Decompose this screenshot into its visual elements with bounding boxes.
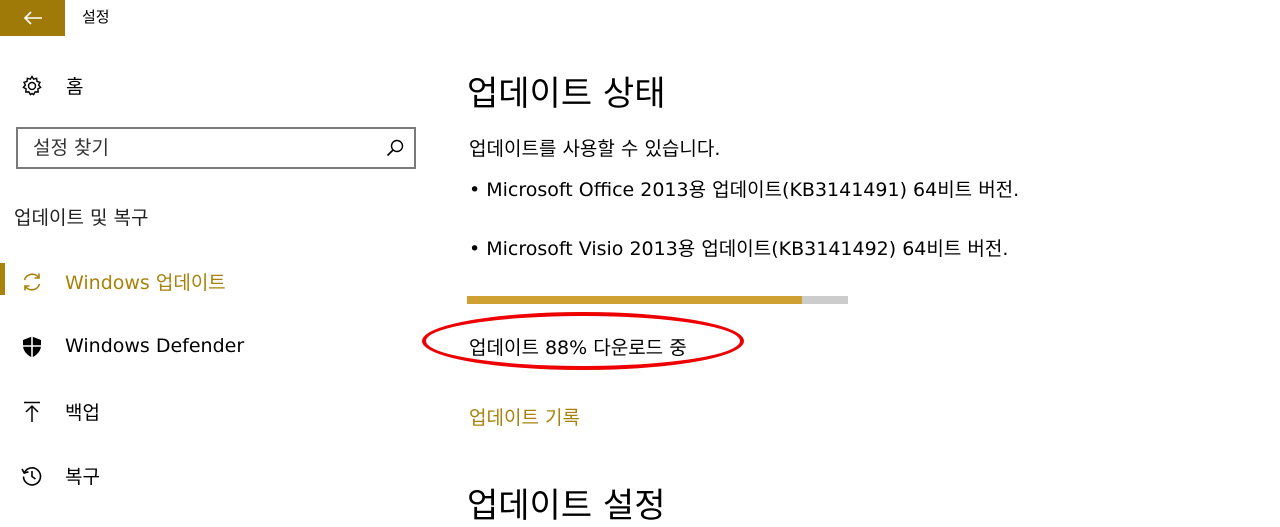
update-history-link[interactable]: 업데이트 기록	[469, 403, 580, 430]
sidebar-item-backup[interactable]: 백업	[0, 391, 420, 431]
search-icon[interactable]	[386, 139, 404, 161]
search-input[interactable]	[18, 129, 393, 167]
update-status-text: 업데이트를 사용할 수 있습니다.	[469, 138, 721, 160]
history-icon	[21, 467, 42, 486]
update-status-heading: 업데이트 상태	[467, 74, 666, 114]
update-item: • Microsoft Visio 2013용 업데이트(KB3141492) …	[469, 238, 1009, 260]
sidebar-item-recovery[interactable]: 복구	[0, 455, 420, 495]
shield-icon	[23, 336, 41, 358]
home-link[interactable]: 홈	[20, 72, 83, 99]
active-indicator	[0, 263, 5, 295]
back-arrow-icon	[23, 11, 42, 25]
section-heading: 업데이트 및 복구	[14, 207, 149, 229]
title-bar: 설정	[0, 0, 1280, 36]
home-label: 홈	[66, 76, 84, 98]
gear-icon	[22, 74, 42, 96]
sidebar-item-windows-update[interactable]: Windows 업데이트	[0, 261, 420, 301]
update-item: • Microsoft Office 2013용 업데이트(KB3141491)…	[469, 179, 1020, 201]
update-settings-heading: 업데이트 설정	[467, 486, 666, 526]
window-title: 설정	[82, 8, 110, 26]
settings-search[interactable]	[16, 127, 416, 169]
progress-fill	[467, 296, 803, 304]
sidebar-item-label: 복구	[65, 465, 100, 488]
sidebar-item-windows-defender[interactable]: Windows Defender	[0, 326, 420, 366]
back-button[interactable]	[0, 0, 65, 36]
upload-arrow-icon	[24, 401, 40, 422]
sidebar-item-label: 백업	[65, 401, 100, 424]
sync-icon	[23, 273, 41, 291]
sidebar-item-label: Windows Defender	[65, 335, 245, 357]
sidebar-item-label: Windows 업데이트	[65, 271, 226, 294]
download-status-text: 업데이트 88% 다운로드 중	[469, 337, 687, 359]
download-progress-bar	[467, 296, 848, 304]
